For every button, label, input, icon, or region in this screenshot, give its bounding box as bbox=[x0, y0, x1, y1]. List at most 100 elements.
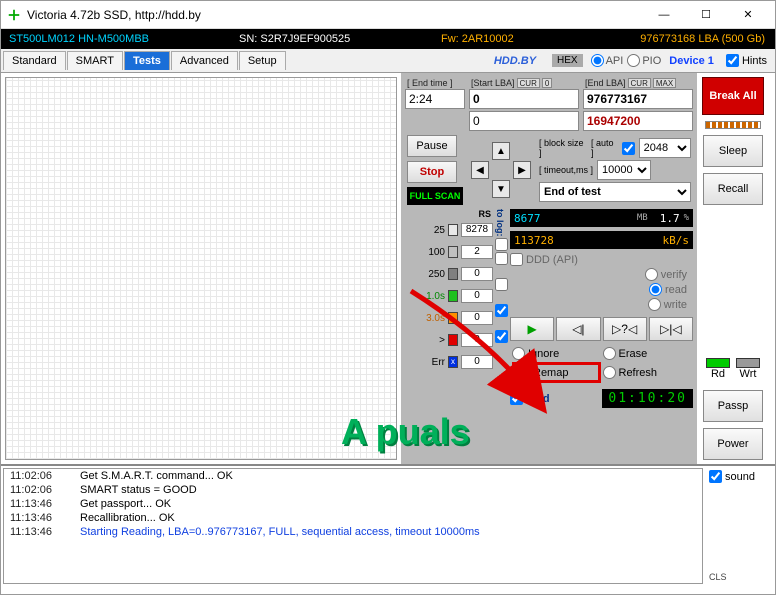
drive-info-bar: ST500LM012 HN-M500MBB SN: S2R7J9EF900525… bbox=[1, 29, 775, 49]
hex-toggle[interactable]: HEX bbox=[552, 54, 583, 67]
drive-serial: SN: S2R7J9EF900525 bbox=[231, 33, 411, 45]
rs-label: RS bbox=[405, 209, 493, 219]
full-scan-indicator: FULL SCAN bbox=[407, 187, 463, 205]
skip-back-button[interactable]: ◁| bbox=[556, 317, 600, 341]
grid-label: Grid bbox=[527, 393, 550, 405]
stop-button[interactable]: Stop bbox=[407, 161, 457, 183]
end-of-test-select[interactable]: End of test bbox=[539, 182, 691, 202]
block-size-select[interactable]: 2048 bbox=[639, 138, 691, 158]
log-row: 11:02:06SMART status = GOOD bbox=[4, 483, 702, 497]
titlebar: Victoria 4.72b SSD, http://hdd.by — ☐ ✕ bbox=[1, 1, 775, 29]
sound-column: sound CLS bbox=[705, 466, 775, 586]
tab-bar: Standard SMART Tests Advanced Setup HDD.… bbox=[1, 49, 775, 73]
break-all-button[interactable]: Break All bbox=[702, 77, 764, 115]
minimize-button[interactable]: — bbox=[643, 4, 685, 26]
end-time-label: [ End time ] bbox=[405, 77, 465, 89]
end-lba-input-2[interactable] bbox=[583, 111, 693, 131]
device-selector[interactable]: Device 1 bbox=[669, 55, 714, 67]
start-lba-input[interactable] bbox=[469, 89, 579, 109]
ddd-label: DDD (API) bbox=[526, 254, 578, 266]
read-radio[interactable]: read bbox=[649, 283, 687, 296]
drive-model: ST500LM012 HN-M500MBB bbox=[1, 33, 231, 45]
arrow-up-icon[interactable]: ▲ bbox=[492, 142, 510, 160]
tab-advanced[interactable]: Advanced bbox=[171, 51, 238, 70]
skip-fwd-button[interactable]: ▷|◁ bbox=[649, 317, 693, 341]
grid-checkbox[interactable] bbox=[510, 392, 523, 405]
hints-checkbox[interactable]: Hints bbox=[726, 54, 767, 67]
lba-controls: [ End time ] [Start LBA] CUR 0 [End LBA]… bbox=[403, 75, 695, 133]
refresh-radio[interactable]: Refresh bbox=[603, 362, 692, 383]
api-radio[interactable]: API bbox=[591, 54, 624, 67]
ddd-checkbox[interactable] bbox=[510, 253, 523, 266]
cur-button-1[interactable]: CUR bbox=[517, 78, 540, 88]
arrow-down-icon[interactable]: ▼ bbox=[492, 180, 510, 198]
rd-indicator bbox=[706, 358, 730, 368]
swatch-icon bbox=[448, 290, 458, 302]
watermark: A puals bbox=[341, 411, 470, 453]
random-button[interactable]: ▷?◁ bbox=[603, 317, 647, 341]
swatch-icon bbox=[448, 268, 458, 280]
end-lba-label: [End LBA] bbox=[585, 78, 626, 88]
swatch-icon bbox=[448, 224, 458, 236]
error-mode-group: Ignore Erase Remap Refresh bbox=[510, 345, 693, 385]
side-buttons: Break All Sleep Recall Rd Wrt Passp Powe… bbox=[697, 73, 769, 464]
progress-bar bbox=[705, 121, 761, 129]
start-lba-input-2[interactable] bbox=[469, 111, 579, 131]
auto-checkbox[interactable] bbox=[622, 142, 635, 155]
log-cb-2[interactable] bbox=[495, 278, 508, 291]
end-time-field[interactable] bbox=[405, 89, 465, 109]
sound-checkbox[interactable]: sound bbox=[709, 470, 755, 483]
tab-smart[interactable]: SMART bbox=[67, 51, 123, 70]
elapsed-timer: 01:10:20 bbox=[602, 389, 693, 408]
wrt-indicator bbox=[736, 358, 760, 368]
window-title: Victoria 4.72b SSD, http://hdd.by bbox=[27, 8, 643, 22]
sleep-button[interactable]: Sleep bbox=[703, 135, 763, 167]
surface-scan-grid[interactable] bbox=[5, 77, 397, 460]
swatch-icon: x bbox=[448, 356, 458, 368]
nav-arrows: ▲ ◀ ▶ ▼ bbox=[471, 142, 531, 198]
cur-button-2[interactable]: CUR bbox=[628, 78, 651, 88]
end-lba-input[interactable] bbox=[583, 89, 693, 109]
zero-button-1[interactable]: 0 bbox=[542, 78, 552, 88]
max-button[interactable]: MAX bbox=[653, 78, 676, 88]
stats-panel: RS 258278 1002 2500 1.0s0 3.0s0 >0 Errx0… bbox=[403, 207, 695, 410]
log-row: 11:13:46Starting Reading, LBA=0..9767731… bbox=[4, 525, 702, 539]
close-button[interactable]: ✕ bbox=[727, 4, 769, 26]
recall-button[interactable]: Recall bbox=[703, 173, 763, 205]
log-row: 11:13:46Recallibration... OK bbox=[4, 511, 702, 525]
timeout-select[interactable]: 10000 bbox=[597, 160, 651, 180]
cls-button[interactable]: CLS bbox=[709, 572, 727, 582]
log-cb-1[interactable] bbox=[495, 252, 508, 265]
maximize-button[interactable]: ☐ bbox=[685, 4, 727, 26]
drive-lba: 976773168 LBA (500 Gb) bbox=[544, 33, 775, 45]
arrow-left-icon[interactable]: ◀ bbox=[471, 161, 489, 179]
auto-label: [ auto ] bbox=[591, 138, 618, 158]
main-area: [ End time ] [Start LBA] CUR 0 [End LBA]… bbox=[1, 73, 775, 464]
log-cb-0[interactable] bbox=[495, 238, 508, 251]
log-list[interactable]: 11:02:06Get S.M.A.R.T. command... OK 11:… bbox=[3, 468, 703, 584]
erase-radio[interactable]: Erase bbox=[603, 347, 692, 360]
pio-radio[interactable]: PIO bbox=[627, 54, 661, 67]
log-cb-4[interactable] bbox=[495, 330, 508, 343]
log-cb-3[interactable] bbox=[495, 304, 508, 317]
remap-radio[interactable]: Remap bbox=[512, 362, 601, 383]
play-button[interactable]: ▶ bbox=[510, 317, 554, 341]
tab-standard[interactable]: Standard bbox=[3, 51, 66, 70]
power-button[interactable]: Power bbox=[703, 428, 763, 460]
swatch-icon bbox=[448, 334, 458, 346]
block-size-label: [ block size ] bbox=[539, 138, 587, 158]
swatch-icon bbox=[448, 246, 458, 258]
passp-button[interactable]: Passp bbox=[703, 390, 763, 422]
arrow-right-icon[interactable]: ▶ bbox=[513, 161, 531, 179]
timeout-label: [ timeout,ms ] bbox=[539, 165, 593, 175]
log-row: 11:13:46Get passport... OK bbox=[4, 497, 702, 511]
tab-setup[interactable]: Setup bbox=[239, 51, 286, 70]
verify-radio[interactable]: verify bbox=[645, 268, 687, 281]
to-log-label: to log: bbox=[495, 209, 508, 237]
write-radio[interactable]: write bbox=[648, 298, 687, 311]
hddby-link[interactable]: HDD.BY bbox=[494, 55, 536, 67]
pause-button[interactable]: Pause bbox=[407, 135, 457, 157]
tab-tests[interactable]: Tests bbox=[124, 51, 170, 70]
ignore-radio[interactable]: Ignore bbox=[512, 347, 601, 360]
log-area: 11:02:06Get S.M.A.R.T. command... OK 11:… bbox=[1, 464, 775, 586]
